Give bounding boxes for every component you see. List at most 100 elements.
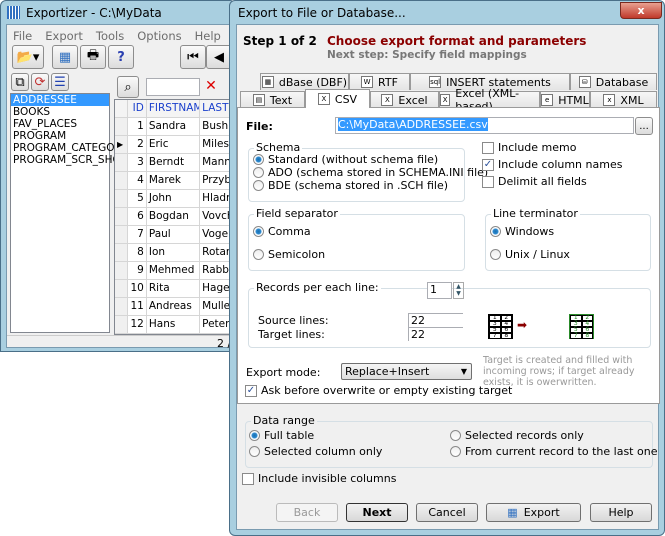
grid-cell[interactable]: Marek bbox=[147, 172, 201, 189]
table-row[interactable]: ▶ 2 Eric Miles bbox=[115, 136, 237, 154]
table-row[interactable]: 5 John Hladni bbox=[115, 190, 237, 208]
grid-cell[interactable]: 3 bbox=[128, 154, 147, 171]
next-button[interactable]: Next bbox=[346, 503, 408, 522]
export-button[interactable]: ▦ Export bbox=[486, 503, 581, 522]
records-per-line-input[interactable]: 1 bbox=[427, 282, 452, 299]
close-button[interactable]: x bbox=[620, 2, 662, 19]
menu-options[interactable]: Options bbox=[137, 29, 181, 43]
grid-cell[interactable]: Andreas bbox=[147, 298, 201, 315]
field-separator-radio[interactable]: Semicolon bbox=[253, 248, 325, 261]
table-row[interactable]: 8 Ion Rotaru bbox=[115, 244, 237, 262]
data-grid[interactable]: IDFIRSTNAMELASTN1SandraBush▶2EricMiles3B… bbox=[114, 99, 238, 335]
option-checkbox[interactable]: Delimit all fields bbox=[482, 175, 587, 188]
data-range-radio[interactable]: Selected records only bbox=[450, 429, 584, 442]
menu-help[interactable]: Help bbox=[195, 29, 221, 43]
ask-overwrite-checkbox[interactable]: ✓ Ask before overwrite or empty existing … bbox=[245, 384, 512, 397]
tab-rtf[interactable]: W RTF bbox=[349, 73, 410, 90]
table-row[interactable]: 4 Marek Przyby bbox=[115, 172, 237, 190]
clear-filter-icon[interactable]: ✕ bbox=[202, 78, 220, 96]
menu-export[interactable]: Export bbox=[45, 29, 83, 43]
find-icon[interactable]: ⌕ bbox=[117, 76, 139, 98]
grid-cell[interactable]: Berndt bbox=[147, 154, 201, 171]
table-list-item[interactable]: FAV_PLACES bbox=[11, 118, 109, 130]
grid-cell[interactable]: 9 bbox=[128, 262, 147, 279]
grid-cell[interactable]: 12 bbox=[128, 316, 147, 333]
data-range-radio[interactable]: From current record to the last one bbox=[450, 445, 657, 458]
records-spinner[interactable]: ▲ ▼ bbox=[453, 282, 464, 299]
table-list[interactable]: ADDRESSEE BOOKS FAV_PLACES PROGRAM PROGRAM_C… bbox=[10, 93, 128, 333]
tab-html[interactable]: e HTML bbox=[540, 91, 590, 108]
grid-cell[interactable]: 6 bbox=[128, 208, 147, 225]
browse-button[interactable]: ... bbox=[635, 117, 653, 135]
tab-xml[interactable]: x XML bbox=[590, 91, 657, 108]
schema-radio[interactable]: ADO (schema stored in SCHEMA.INI file) bbox=[253, 166, 488, 179]
column-header[interactable]: ID bbox=[128, 100, 147, 117]
refresh-icon[interactable]: ⟳ bbox=[31, 73, 49, 91]
grid-cell[interactable]: 2 bbox=[128, 136, 147, 153]
list-icon[interactable]: ☰ bbox=[51, 73, 69, 91]
table-list-item[interactable]: PROGRAM_CATEGORY bbox=[11, 142, 128, 154]
export-mode-select[interactable]: Replace+Insert ▼ bbox=[341, 363, 472, 380]
grid-cell[interactable]: Mehmed bbox=[147, 262, 201, 279]
file-input[interactable]: C:\MyData\ADDRESSEE.csv bbox=[335, 117, 634, 134]
option-checkbox[interactable]: ✓ Include column names bbox=[482, 158, 622, 171]
grid-cell[interactable]: Hans bbox=[147, 316, 201, 333]
schema-radio[interactable]: BDE (schema stored in .SCH file) bbox=[253, 179, 448, 192]
grid-cell[interactable]: 7 bbox=[128, 226, 147, 243]
table-list-item[interactable]: PROGRAM bbox=[11, 130, 109, 142]
option-checkbox[interactable]: Include memo bbox=[482, 141, 576, 154]
grid-cell[interactable]: 11 bbox=[128, 298, 147, 315]
field-separator-radio[interactable]: Comma bbox=[253, 225, 311, 238]
grid-cell[interactable]: John bbox=[147, 190, 201, 207]
grid-cell[interactable]: 1 bbox=[128, 118, 147, 135]
menu-tools[interactable]: Tools bbox=[96, 29, 124, 43]
include-invisible-checkbox[interactable]: Include invisible columns bbox=[242, 472, 396, 485]
table-row[interactable]: 1 Sandra Bush bbox=[115, 118, 237, 136]
line-terminator-radio[interactable]: Unix / Linux bbox=[490, 248, 570, 261]
table-row[interactable]: 6 Bogdan Vovch bbox=[115, 208, 237, 226]
table-row[interactable]: 11 Andreas Muller bbox=[115, 298, 237, 316]
open-button[interactable]: 📂▾ bbox=[12, 45, 44, 69]
table-list-item[interactable]: BOOKS bbox=[11, 106, 109, 118]
export-icon[interactable]: ▦ bbox=[52, 45, 78, 69]
table-row[interactable]: 3 Berndt Mann bbox=[115, 154, 237, 172]
grid-cell[interactable]: Sandra bbox=[147, 118, 201, 135]
table-row[interactable]: 10 Rita Hagen bbox=[115, 280, 237, 298]
copy-icon[interactable]: ⧉ bbox=[11, 73, 29, 91]
table-row[interactable]: 7 Paul Vogel bbox=[115, 226, 237, 244]
help-icon[interactable]: ? bbox=[108, 45, 134, 69]
tab-text[interactable]: ▤ Text bbox=[240, 91, 305, 108]
table-list-item[interactable]: PROGRAM_SCR_SHOT bbox=[11, 154, 127, 166]
line-terminator-radio[interactable]: Windows bbox=[490, 225, 554, 238]
column-header[interactable]: FIRSTNAME bbox=[146, 100, 201, 117]
first-record-icon[interactable]: ⏮ bbox=[180, 45, 206, 69]
help-button[interactable]: Help bbox=[590, 503, 652, 522]
data-range-radio[interactable]: Selected column only bbox=[249, 445, 382, 458]
table-row[interactable]: 12 Hans Peters bbox=[115, 316, 237, 334]
back-button[interactable]: Back bbox=[276, 503, 338, 522]
data-range-radio[interactable]: Full table bbox=[249, 429, 314, 442]
window-title: Exportizer - C:\MyData bbox=[26, 6, 162, 20]
tab-database[interactable]: ⛁ Database bbox=[570, 73, 657, 90]
grid-cell[interactable]: Rita bbox=[147, 280, 201, 297]
print-icon[interactable]: 🖶 bbox=[80, 45, 106, 69]
grid-cell[interactable]: 10 bbox=[128, 280, 147, 297]
radio-icon bbox=[450, 446, 461, 457]
cancel-button[interactable]: Cancel bbox=[416, 503, 478, 522]
tab-dbase-dbf-[interactable]: ▦ dBase (DBF) bbox=[260, 73, 349, 90]
table-row[interactable]: 9 Mehmed Rabba bbox=[115, 262, 237, 280]
tab-csv[interactable]: X CSV bbox=[305, 89, 370, 108]
tab-excel-xml-based-[interactable]: XExcel (XML-based) bbox=[439, 87, 540, 113]
grid-cell[interactable]: Ion bbox=[147, 244, 201, 261]
grid-cell[interactable]: Bogdan bbox=[147, 208, 201, 225]
menu-file[interactable]: File bbox=[13, 29, 32, 43]
grid-cell[interactable]: Eric bbox=[147, 136, 201, 153]
grid-cell[interactable]: 4 bbox=[128, 172, 147, 189]
tab-excel[interactable]: X Excel bbox=[370, 91, 439, 108]
grid-cell[interactable]: 8 bbox=[128, 244, 147, 261]
grid-cell[interactable]: 5 bbox=[128, 190, 147, 207]
filter-input[interactable] bbox=[146, 78, 200, 96]
table-list-item[interactable]: ADDRESSEE bbox=[11, 94, 109, 106]
grid-cell[interactable]: Paul bbox=[147, 226, 201, 243]
schema-radio[interactable]: Standard (without schema file) bbox=[253, 153, 438, 166]
